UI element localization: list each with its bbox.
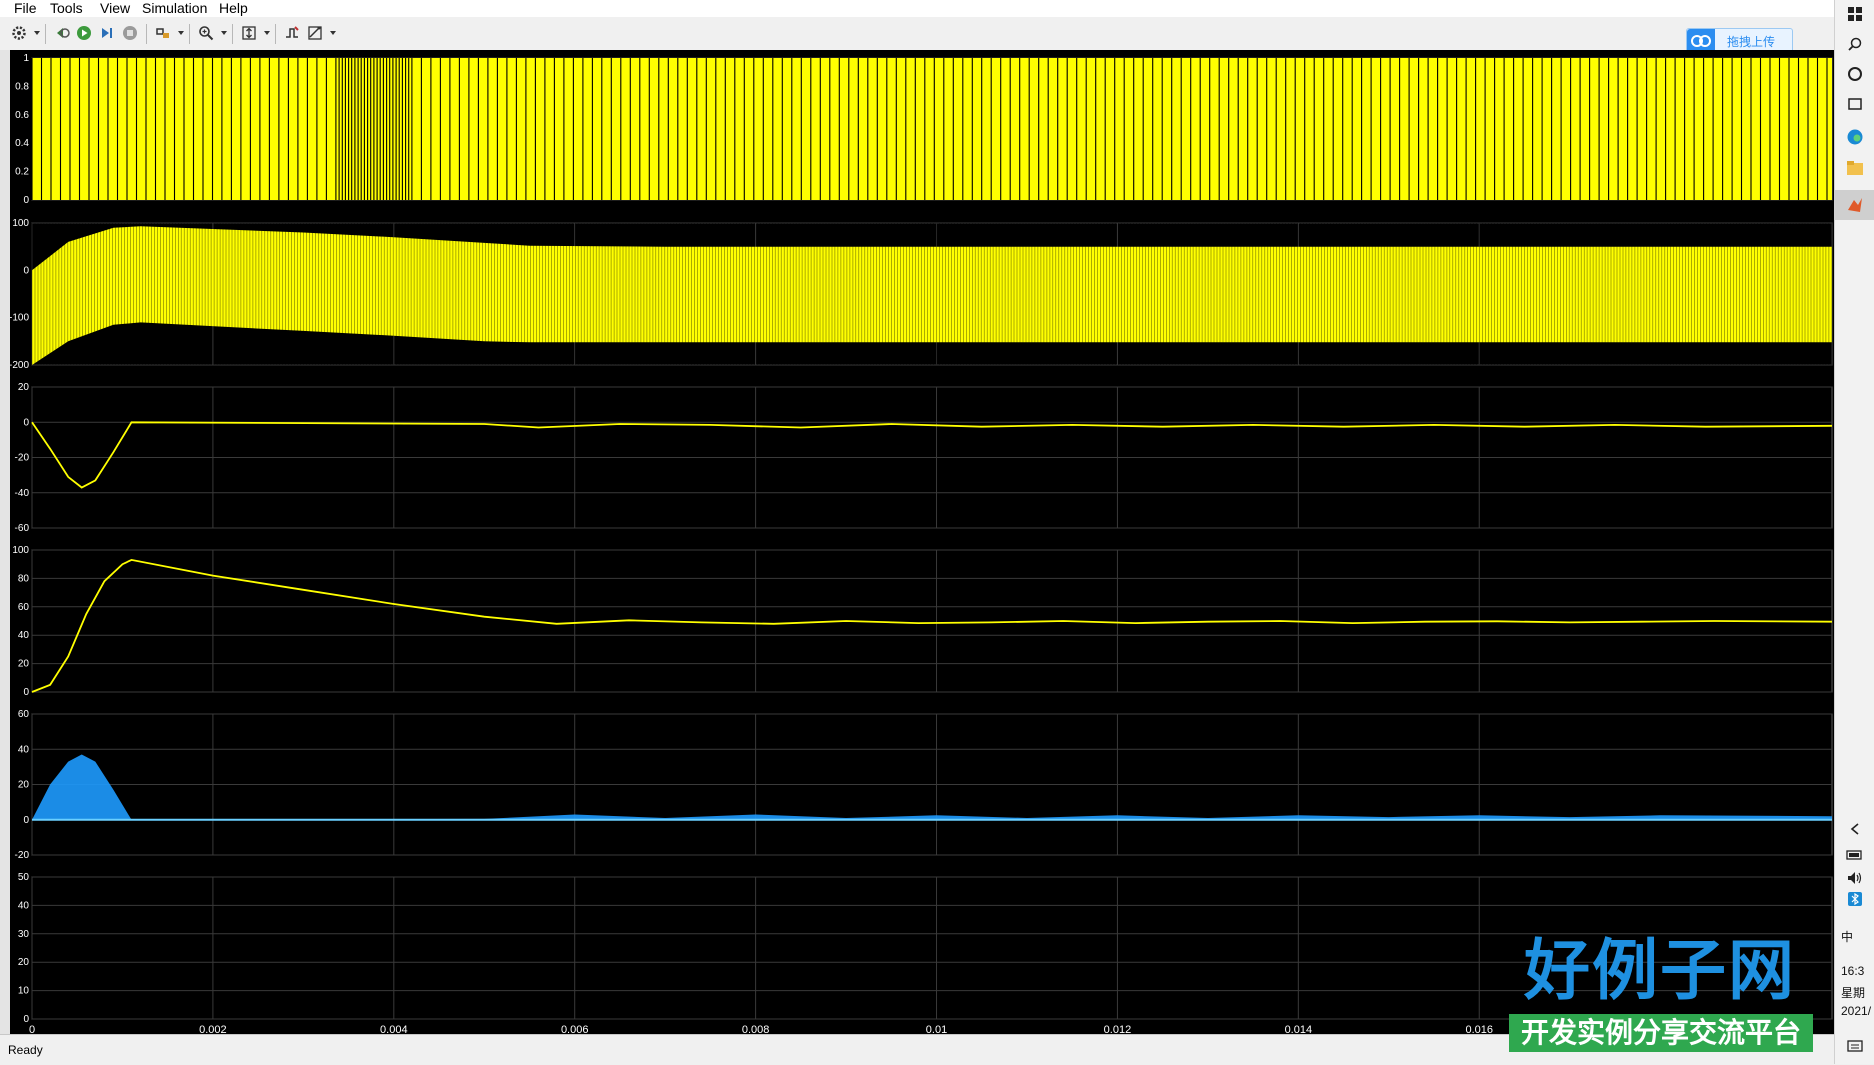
y-tick-label: 20 (18, 780, 30, 791)
volume-icon[interactable] (1835, 870, 1874, 891)
restore-icon[interactable] (53, 24, 71, 42)
y-tick-label: 0.6 (15, 110, 29, 121)
y-tick-label: 20 (18, 659, 30, 670)
y-tick-label: -60 (15, 523, 30, 534)
x-tick-label: 0.014 (1285, 1024, 1313, 1034)
x-tick-label: 0.006 (561, 1024, 589, 1034)
y-tick-label: 0 (23, 417, 29, 428)
y-tick-label: 10 (18, 986, 30, 997)
menu-simulation[interactable]: Simulation (142, 0, 207, 17)
step-forward-icon[interactable] (98, 24, 116, 42)
y-tick-label: 0 (23, 265, 29, 276)
y-tick-label: 30 (18, 929, 30, 940)
y-tick-label: -100 (10, 313, 29, 324)
notification-icon[interactable] (1835, 1040, 1874, 1059)
y-tick-label: 80 (18, 573, 30, 584)
run-icon[interactable] (75, 24, 93, 42)
y-tick-label: 40 (18, 744, 30, 755)
status-text: Ready (8, 1043, 43, 1057)
zoom-dropdown-icon[interactable] (221, 31, 227, 35)
y-tick-label: -40 (15, 488, 30, 499)
clock-time[interactable]: 16:3 (1841, 964, 1864, 978)
file-explorer-icon[interactable] (1835, 160, 1874, 181)
y-tick-label: 50 (18, 872, 30, 883)
y-tick-label: 100 (12, 545, 29, 556)
settings-dropdown-icon[interactable] (34, 31, 40, 35)
watermark-logo: 好例子网 开发实例分享交流平台 (1505, 930, 1815, 1058)
y-tick-label: 60 (18, 602, 30, 613)
cortana-icon[interactable] (1835, 66, 1874, 87)
y-tick-label: 0 (23, 815, 29, 826)
x-tick-label: 0.002 (199, 1024, 227, 1034)
cursor-measure-icon[interactable] (306, 24, 324, 42)
chevron-left-icon[interactable] (1835, 822, 1874, 841)
y-tick-label: 40 (18, 900, 30, 911)
y-tick-label: -200 (10, 360, 29, 371)
settings-icon[interactable] (10, 24, 28, 42)
watermark-subtitle: 开发实例分享交流平台 (1509, 1014, 1813, 1052)
y-tick-label: 0 (23, 195, 29, 206)
y-tick-label: 0.8 (15, 81, 29, 92)
clock-date[interactable]: 2021/ (1841, 1004, 1871, 1018)
triggers-icon[interactable] (283, 24, 301, 42)
task-view-icon[interactable] (1835, 96, 1874, 117)
search-icon[interactable] (1835, 36, 1874, 57)
watermark-title: 好例子网 (1524, 931, 1796, 1009)
scope-display: 0 0.2 0.4 0.6 0.8 1 -200 -100 0 100 -60 -40 -20 0 20 0 2… (10, 50, 1834, 1034)
system-taskbar: 中 16:3 星期 2021/ (1834, 0, 1874, 1064)
y-tick-label: -20 (15, 453, 30, 464)
y-tick-label: 0 (23, 687, 29, 698)
menu-view[interactable]: View (100, 0, 130, 17)
toolbar (0, 17, 1834, 51)
matlab-icon[interactable] (1835, 190, 1874, 220)
left-edge-strip (0, 50, 10, 1034)
autoscale-dropdown-icon[interactable] (264, 31, 270, 35)
y-tick-label: 0.2 (15, 167, 29, 178)
ime-indicator[interactable]: 中 (1841, 928, 1853, 945)
y-tick-label: 60 (18, 709, 30, 720)
pwm-high-fill (32, 58, 1832, 200)
y-tick-label: 0.4 (15, 138, 29, 149)
menu-tools[interactable]: Tools (50, 0, 83, 17)
menu-help[interactable]: Help (219, 0, 248, 17)
y-tick-label: 20 (18, 957, 30, 968)
upload-label: 拖拽上传 (1727, 35, 1776, 49)
stop-icon[interactable] (121, 24, 139, 42)
edge-icon[interactable] (1835, 128, 1874, 151)
highlight-dropdown-icon[interactable] (178, 31, 184, 35)
windows-start-icon[interactable] (1835, 6, 1874, 27)
y-tick-label: 40 (18, 630, 30, 641)
x-tick-label: 0.01 (926, 1024, 947, 1034)
axes-4 (31, 549, 1833, 693)
menu-file[interactable]: File (14, 0, 37, 17)
x-tick-label: 0 (29, 1024, 35, 1034)
zoom-icon[interactable] (197, 24, 215, 42)
x-tick-label: 0.012 (1104, 1024, 1132, 1034)
y-tick-label: 20 (18, 382, 30, 393)
y-tick-label: 1 (23, 53, 29, 64)
x-tick-label: 0.016 (1465, 1024, 1493, 1034)
clock-day[interactable]: 星期 (1841, 984, 1865, 1001)
battery-icon[interactable] (1835, 848, 1874, 866)
measure-dropdown-icon[interactable] (330, 31, 336, 35)
autoscale-icon[interactable] (240, 24, 258, 42)
x-tick-label: 0.004 (380, 1024, 408, 1034)
y-tick-label: -20 (15, 850, 30, 861)
x-tick-label: 0.008 (742, 1024, 770, 1034)
bluetooth-icon[interactable] (1835, 892, 1874, 911)
scope-plot-area[interactable]: 00.20.40.60.81-200-1000100-60-40-2002002… (10, 50, 1834, 1034)
highlight-icon[interactable] (154, 24, 172, 42)
menu-bar: File Tools View Simulation Help (0, 0, 1834, 17)
y-tick-label: 100 (12, 218, 29, 229)
